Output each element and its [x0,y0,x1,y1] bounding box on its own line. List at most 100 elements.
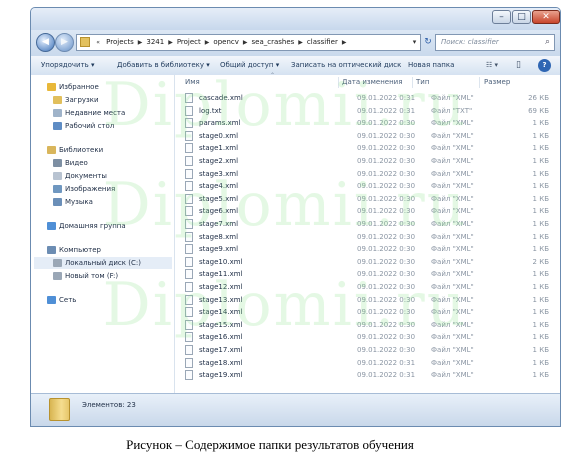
file-row[interactable]: stage15.xml 09.01.2022 0:30 Файл "XML" 1 КБ [175,319,560,331]
file-row[interactable]: log.txt 09.01.2022 0:31 Файл "TXT" 69 КБ [175,105,560,117]
file-name: stage9.xml [199,245,239,254]
file-date: 09.01.2022 0:30 [357,333,416,342]
file-row[interactable]: stage16.xml 09.01.2022 0:30 Файл "XML" 1 КБ [175,331,560,343]
column-header-size[interactable]: Размер [484,75,510,90]
file-row[interactable]: stage11.xml 09.01.2022 0:30 Файл "XML" 1 КБ [175,268,560,280]
file-row[interactable]: stage19.xml 09.01.2022 0:31 Файл "XML" 1 КБ [175,369,560,381]
file-icon [185,168,193,179]
file-row[interactable]: stage17.xml 09.01.2022 0:30 Файл "XML" 1 КБ [175,344,560,356]
sidebar-item-label: Домашняя группа [59,222,126,230]
address-bar[interactable]: « Projects ▶ 3241 ▶ Project ▶ opencv ▶ sea_crash… [76,34,421,51]
forward-button[interactable]: ▶ [55,33,74,52]
file-type: Файл "XML" [431,157,474,165]
file-type: Файл "XML" [431,270,474,279]
file-row[interactable]: stage9.xml 09.01.2022 0:30 Файл "XML" 1 КБ [175,243,560,255]
file-date: 09.01.2022 0:30 [357,257,416,266]
help-icon[interactable]: ? [538,59,551,72]
file-row[interactable]: stage1.xml 09.01.2022 0:30 Файл "XML" 1 КБ [175,142,560,154]
file-size: 1 КБ [532,283,549,291]
file-row[interactable]: stage5.xml 09.01.2022 0:30 Файл "XML" 1 КБ [175,193,560,205]
file-row[interactable]: stage12.xml 09.01.2022 0:30 Файл "XML" 1 КБ [175,281,560,293]
file-type: Файл "XML" [431,358,474,367]
breadcrumb-item[interactable]: 3241 [144,35,166,50]
file-row[interactable]: stage14.xml 09.01.2022 0:30 Файл "XML" 1 КБ [175,306,560,318]
breadcrumb-item[interactable]: Projects [104,35,136,50]
file-row[interactable]: stage3.xml 09.01.2022 0:30 Файл "XML" 1 КБ [175,168,560,180]
file-name: params.xml [199,119,241,128]
file-row[interactable]: stage4.xml 09.01.2022 0:30 Файл "XML" 1 КБ [175,180,560,192]
file-type: Файл "XML" [431,119,474,128]
file-date: 09.01.2022 0:30 [357,144,416,153]
file-row[interactable]: stage7.xml 09.01.2022 0:30 Файл "XML" 1 КБ [175,218,560,230]
maximize-button[interactable]: □ [512,10,531,24]
file-name: stage3.xml [199,169,239,178]
view-options-icon[interactable]: ☷ ▾ [486,56,498,75]
file-name: stage16.xml [199,333,243,342]
address-dropdown-icon[interactable]: ▾ [409,34,420,51]
file-date: 09.01.2022 0:30 [357,220,416,228]
file-icon [185,256,193,267]
file-row[interactable]: stage10.xml 09.01.2022 0:30 Файл "XML" 2 КБ [175,256,560,268]
file-row[interactable]: stage13.xml 09.01.2022 0:30 Файл "XML" 1 КБ [175,294,560,306]
preview-pane-icon[interactable]: ▯ [516,56,521,75]
file-type: Файл "XML" [431,194,474,203]
column-header-name[interactable]: Имя [185,75,200,90]
sidebar-item-label: Новый том (F:) [65,272,119,280]
breadcrumb-item[interactable]: opencv [211,35,240,50]
burn-button[interactable]: Записать на оптический диск [291,56,401,75]
file-size: 1 КБ [532,295,549,304]
file-row[interactable]: stage0.xml 09.01.2022 0:30 Файл "XML" 1 КБ [175,130,560,142]
search-placeholder: Поиск: classifier [441,38,499,46]
breadcrumb-separator-icon[interactable]: ▶ [241,35,250,50]
star-icon [47,83,56,91]
breadcrumb-item[interactable]: sea_crashes [250,35,297,50]
file-size: 1 КБ [532,169,549,178]
organize-button[interactable]: Упорядочить ▾ [41,56,95,75]
breadcrumb-item[interactable]: classifier [305,35,340,50]
search-icon[interactable]: ⌕ [545,35,550,50]
add-to-library-button[interactable]: Добавить в библиотеку ▾ [117,56,210,75]
file-date: 09.01.2022 0:30 [357,295,416,304]
breadcrumb-separator-icon[interactable]: ▶ [340,35,349,50]
new-folder-button[interactable]: Новая папка [408,56,454,75]
file-row[interactable]: stage6.xml 09.01.2022 0:30 Файл "XML" 1 КБ [175,205,560,217]
breadcrumb-item[interactable]: Project [175,35,203,50]
column-divider[interactable] [338,77,339,88]
file-date: 09.01.2022 0:30 [357,207,416,216]
file-name: stage6.xml [199,207,239,216]
breadcrumb-separator-icon[interactable]: ▶ [203,35,212,50]
column-divider[interactable] [412,77,413,88]
file-name: stage13.xml [199,295,243,304]
sidebar-item[interactable]: Локальный диск (C:) [34,257,172,269]
file-date: 09.01.2022 0:30 [357,182,416,191]
file-date: 09.01.2022 0:30 [357,283,416,291]
file-type: Файл "XML" [431,182,474,191]
homegroup-icon [47,222,56,230]
file-size: 1 КБ [532,220,549,228]
close-button[interactable]: ✕ [532,10,560,24]
file-name: stage14.xml [199,308,243,317]
column-header-date[interactable]: Дата изменения [342,75,402,90]
column-divider[interactable] [479,77,480,88]
search-box[interactable]: Поиск: classifier ⌕ [435,34,555,51]
file-size: 1 КБ [532,346,549,354]
file-row[interactable]: stage8.xml 09.01.2022 0:30 Файл "XML" 1 КБ [175,231,560,243]
file-row[interactable]: params.xml 09.01.2022 0:30 Файл "XML" 1 КБ [175,117,560,129]
file-row[interactable]: cascade.xml 09.01.2022 0:31 Файл "XML" 26 К… [175,92,560,104]
file-icon [185,345,193,355]
downloads-folder-icon [53,96,62,104]
minimize-button[interactable]: – [492,10,511,24]
breadcrumb-separator-icon[interactable]: ▶ [136,35,145,50]
breadcrumb-separator-icon[interactable]: ▶ [296,35,305,50]
file-name: stage19.xml [199,371,243,380]
breadcrumb-separator-icon[interactable]: ▶ [166,35,175,50]
content-area: Избранное Загрузки Недавние места Рабочий с… [31,72,560,394]
refresh-icon[interactable]: ↻ [422,34,434,51]
file-row[interactable]: stage2.xml 09.01.2022 0:30 Файл "XML" 1 КБ [175,155,560,167]
file-icon [185,244,193,255]
breadcrumb-prefix[interactable]: « [94,35,102,50]
back-button[interactable]: ◀ [36,33,55,52]
column-header-type[interactable]: Тип [416,75,429,90]
file-row[interactable]: stage18.xml 09.01.2022 0:31 Файл "XML" 1 КБ [175,357,560,369]
sidebar-item-label: Недавние места [65,109,126,117]
